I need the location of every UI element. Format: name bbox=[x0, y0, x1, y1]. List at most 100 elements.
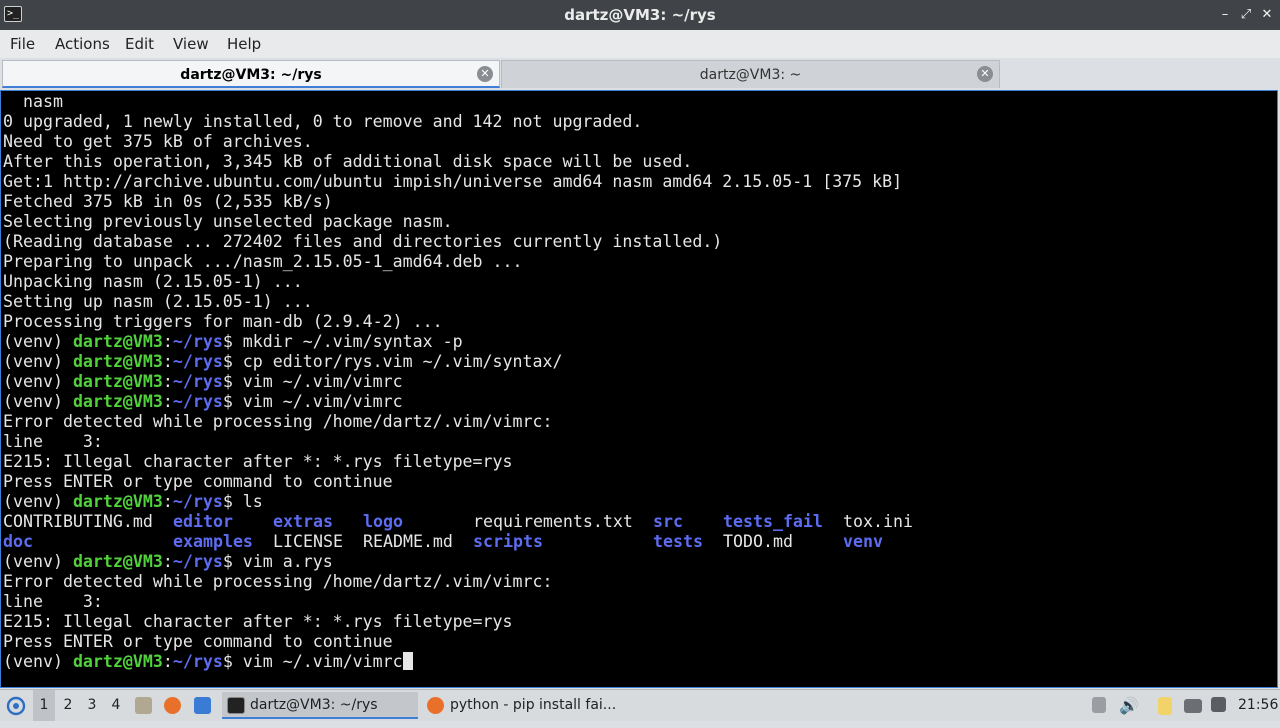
terminal-text: ~/rys bbox=[172, 392, 223, 411]
terminal-text: : bbox=[162, 372, 173, 391]
workspace-1[interactable]: 1 bbox=[33, 690, 55, 721]
clock: 21:56 bbox=[1238, 697, 1279, 713]
terminal-text: ~/rys bbox=[172, 332, 223, 351]
maximize-button[interactable]: ⤢ bbox=[1237, 5, 1255, 25]
prompt-venv: (venv) bbox=[3, 652, 73, 671]
ls-output-row: doc examples LICENSE README.md scripts tests T… bbox=[3, 532, 902, 552]
tab-home[interactable]: dartz@VM3: ~ ✕ bbox=[501, 60, 1000, 88]
ls-entry: tests bbox=[653, 532, 703, 551]
terminal-text: ~/rys bbox=[172, 552, 223, 571]
ls-entry: extras bbox=[273, 512, 333, 531]
terminal-text: $ ls bbox=[222, 492, 263, 511]
terminal-line: Selecting previously unselected package … bbox=[3, 212, 902, 232]
terminal-line: (venv) dartz@VM3:~/rys$ vim ~/.vim/vimrc bbox=[3, 392, 902, 412]
terminal-line: Setting up nasm (2.15.05-1) ... bbox=[3, 292, 902, 312]
menu-file[interactable]: File bbox=[10, 30, 35, 58]
firefox-launcher-icon[interactable] bbox=[164, 697, 181, 714]
ls-entry: doc bbox=[3, 532, 33, 551]
files-icon[interactable] bbox=[135, 697, 152, 714]
close-window-button[interactable]: ✕ bbox=[1258, 5, 1276, 25]
terminal-text: $ cp editor/rys.vim ~/.vim/syntax/ bbox=[222, 352, 563, 371]
task-label: python - pip install fai... bbox=[450, 697, 617, 713]
terminal-text: 0 upgraded, 1 newly installed, 0 to remo… bbox=[3, 112, 643, 131]
tab-label: dartz@VM3: ~/rys bbox=[180, 67, 322, 83]
clipboard-icon[interactable] bbox=[1158, 697, 1172, 715]
close-tab-icon[interactable]: ✕ bbox=[977, 66, 993, 82]
workspace-3[interactable]: 3 bbox=[81, 690, 103, 721]
terminal-text: Preparing to unpack .../nasm_2.15.05-1_a… bbox=[3, 252, 523, 271]
terminal-text: ~/rys bbox=[172, 352, 223, 371]
terminal-line: Get:1 http://archive.ubuntu.com/ubuntu i… bbox=[3, 172, 902, 192]
minimize-button[interactable]: – bbox=[1216, 5, 1234, 25]
terminal-text: dartz@VM3 bbox=[72, 332, 163, 351]
terminal-text: $ mkdir ~/.vim/syntax -p bbox=[222, 332, 463, 351]
menu-edit[interactable]: Edit bbox=[125, 30, 154, 58]
firefox-icon bbox=[427, 697, 444, 714]
terminal-line: nasm bbox=[3, 92, 902, 112]
ls-entry: CONTRIBUTING.md bbox=[3, 512, 153, 531]
terminal-text: line 3: bbox=[3, 432, 103, 451]
taskbar: 1 2 3 4 dartz@VM3: ~/rys python - pip in… bbox=[0, 689, 1280, 721]
terminal-line: Press ENTER or type command to continue bbox=[3, 472, 902, 492]
task-terminal[interactable]: dartz@VM3: ~/rys bbox=[222, 692, 418, 719]
menu-view[interactable]: View bbox=[173, 30, 209, 58]
terminal-text: (venv) bbox=[3, 352, 73, 371]
terminal-text: : bbox=[162, 352, 173, 371]
terminal-line: (venv) dartz@VM3:~/rys$ vim ~/.vim/vimrc bbox=[3, 372, 902, 392]
terminal-line: (venv) dartz@VM3:~/rys$ cp editor/rys.vi… bbox=[3, 352, 902, 372]
terminal-text: E215: Illegal character after *: *.rys f… bbox=[3, 612, 513, 631]
terminal-text: After this operation, 3,345 kB of additi… bbox=[3, 152, 693, 171]
terminal-line: Press ENTER or type command to continue bbox=[3, 632, 902, 652]
terminal-line: (venv) dartz@VM3:~/rys$ vim a.rys bbox=[3, 552, 902, 572]
workspace-2[interactable]: 2 bbox=[57, 690, 79, 721]
terminal-text: Error detected while processing /home/da… bbox=[3, 412, 553, 431]
terminal-text: dartz@VM3 bbox=[72, 552, 163, 571]
terminal-text: ~/rys bbox=[172, 492, 223, 511]
close-tab-icon[interactable]: ✕ bbox=[477, 66, 493, 82]
ls-entry: venv bbox=[843, 532, 883, 551]
terminal-line: Preparing to unpack .../nasm_2.15.05-1_a… bbox=[3, 252, 902, 272]
start-menu-icon[interactable] bbox=[6, 690, 26, 721]
ls-entry: logo bbox=[363, 512, 403, 531]
ls-entry: TODO.md bbox=[723, 532, 793, 551]
terminal-text: Press ENTER or type command to continue bbox=[3, 632, 393, 651]
terminal-line: line 3: bbox=[3, 592, 902, 612]
network-icon[interactable] bbox=[1211, 697, 1226, 712]
desktop-icon[interactable] bbox=[194, 697, 211, 714]
current-prompt-line: (venv) dartz@VM3:~/rys$ vim ~/.vim/vimrc bbox=[3, 652, 902, 672]
terminal-text: Setting up nasm (2.15.05-1) ... bbox=[3, 292, 313, 311]
ls-output-row: CONTRIBUTING.md editor extras logo requireme… bbox=[3, 512, 913, 532]
terminal-text: : bbox=[162, 552, 173, 571]
terminal-text: dartz@VM3 bbox=[72, 492, 163, 511]
ls-entry: LICENSE bbox=[273, 532, 343, 551]
volume-icon[interactable]: 🔊 bbox=[1119, 690, 1139, 721]
terminal-text: dartz@VM3 bbox=[72, 372, 163, 391]
task-firefox[interactable]: python - pip install fai... bbox=[422, 692, 622, 719]
ls-entry: README.md bbox=[363, 532, 453, 551]
display-icon[interactable] bbox=[1184, 699, 1202, 713]
terminal-text: Fetched 375 kB in 0s (2,535 kB/s) bbox=[3, 192, 333, 211]
tab-bar: dartz@VM3: ~/rys ✕ dartz@VM3: ~ ✕ bbox=[0, 58, 1280, 90]
menu-actions[interactable]: Actions bbox=[55, 30, 110, 58]
window-titlebar[interactable]: >_ dartz@VM3: ~/rys – ⤢ ✕ bbox=[0, 0, 1280, 30]
terminal-line: Error detected while processing /home/da… bbox=[3, 572, 902, 592]
tab-label: dartz@VM3: ~ bbox=[699, 67, 802, 83]
terminal-text: (Reading database ... 272402 files and d… bbox=[3, 232, 723, 251]
terminal-icon bbox=[227, 697, 245, 714]
terminal-text: Processing triggers for man-db (2.9.4-2)… bbox=[3, 312, 443, 331]
ls-entry: editor bbox=[173, 512, 233, 531]
tray-up-icon[interactable] bbox=[1092, 697, 1106, 713]
terminal-line: Processing triggers for man-db (2.9.4-2)… bbox=[3, 312, 902, 332]
terminal-text: : bbox=[162, 332, 173, 351]
workspace-4[interactable]: 4 bbox=[105, 690, 127, 721]
ls-entry: scripts bbox=[473, 532, 543, 551]
terminal-line: (Reading database ... 272402 files and d… bbox=[3, 232, 902, 252]
tab-rys[interactable]: dartz@VM3: ~/rys ✕ bbox=[2, 60, 500, 88]
prompt-sep: : bbox=[162, 652, 173, 671]
terminal-text: Error detected while processing /home/da… bbox=[3, 572, 553, 591]
terminal-line: Fetched 375 kB in 0s (2,535 kB/s) bbox=[3, 192, 902, 212]
terminal-text: Unpacking nasm (2.15.05-1) ... bbox=[3, 272, 303, 291]
terminal-view[interactable]: nasm 0 upgraded, 1 newly installed, 0 to … bbox=[0, 90, 1278, 688]
menu-help[interactable]: Help bbox=[227, 30, 261, 58]
terminal-text: E215: Illegal character after *: *.rys f… bbox=[3, 452, 513, 471]
